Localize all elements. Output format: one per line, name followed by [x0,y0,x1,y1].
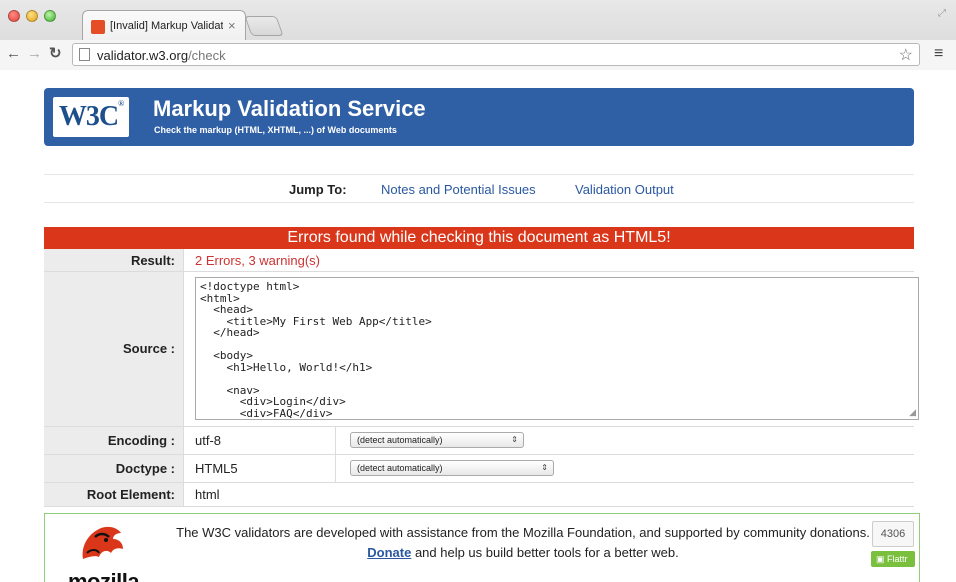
source-textarea[interactable]: <!doctype html> <html> <head> <title>My … [195,277,919,420]
root-element-row: Root Element: html [44,483,914,507]
address-bar[interactable]: validator.w3.org/check ☆ [72,43,920,66]
url-host: validator.w3.org [97,48,189,63]
source-row: Source : <!doctype html> <html> <head> <… [44,272,919,427]
fullscreen-icon[interactable]: ⤢ [938,8,946,19]
result-label: Result: [130,253,175,268]
label-cell: Encoding : [44,427,184,454]
encoding-row: Encoding : utf-8 (detect automatically) … [44,427,914,455]
sponsor-text: The W3C validators are developed with as… [173,523,873,563]
flattr-counter: 4306 [872,521,914,547]
flattr-button[interactable]: ▣ Flattr [871,551,915,567]
favicon-icon [91,20,105,34]
menu-icon[interactable]: ≡ [934,45,943,63]
w3c-logo-text: W3C [58,101,119,132]
back-icon[interactable]: ← [6,45,21,63]
w3c-logo[interactable]: W3C® [53,97,129,137]
sponsor-line-1: The W3C validators are developed with as… [176,525,870,540]
page-subtitle: Check the markup (HTML, XHTML, ...) of W… [154,125,397,135]
encoding-select[interactable]: (detect automatically) ⇕ [350,432,524,448]
dropdown-arrow-icon: ⇕ [541,463,548,472]
source-label: Source : [122,341,175,356]
header-banner: W3C® Markup Validation Service Check the… [44,88,914,146]
root-element-label: Root Element: [86,487,175,502]
browser-toolbar: ← → ↻ validator.w3.org/check ☆ ≡ [0,40,956,70]
new-tab-button[interactable] [244,16,284,36]
label-cell: Result: [44,249,184,271]
resize-grip-icon[interactable]: ◢ [909,407,916,418]
source-code: <!doctype html> <html> <head> <title>My … [200,280,432,420]
mozilla-dinosaur-icon[interactable] [73,519,128,569]
flattr-label: Flattr [887,554,908,564]
browser-chrome: [Invalid] Markup Validation × ⤢ ← → ↻ va… [0,0,956,70]
doctype-select-value: (detect automatically) [357,463,443,473]
encoding-value: utf-8 [195,433,222,448]
result-value: 2 Errors, 3 warning(s) [195,253,320,268]
column-divider [335,455,336,482]
jump-bar: Jump To: Notes and Potential Issues Vali… [44,174,914,203]
star-icon[interactable]: ☆ [899,45,913,65]
tab-markup-validation[interactable]: [Invalid] Markup Validation × [82,10,246,40]
root-element-value: html [195,487,220,502]
window-zoom-button[interactable] [44,10,56,22]
encoding-select-value: (detect automatically) [357,435,443,445]
w3c-logo-mark: ® [118,99,124,108]
doctype-row: Doctype : HTML5 (detect automatically) ⇕ [44,455,914,483]
jump-label: Jump To: [289,182,347,197]
jump-link-validation-output[interactable]: Validation Output [575,182,674,197]
reload-icon[interactable]: ↻ [49,45,62,63]
result-row: Result: 2 Errors, 3 warning(s) [44,249,914,272]
jump-link-notes[interactable]: Notes and Potential Issues [381,182,536,197]
dropdown-arrow-icon: ⇕ [511,435,518,444]
url-text: validator.w3.org/check [97,48,226,63]
page-content: W3C® Markup Validation Service Check the… [0,71,956,582]
sponsor-line-2-text: and help us build better tools for a bet… [411,545,679,560]
url-path: /check [188,48,226,63]
doctype-label: Doctype : [115,461,175,476]
doctype-select[interactable]: (detect automatically) ⇕ [350,460,554,476]
tab-title: [Invalid] Markup Validation [110,20,223,32]
close-icon[interactable]: × [228,18,236,33]
doctype-value: HTML5 [195,461,238,476]
encoding-label: Encoding : [107,433,175,448]
error-header: Errors found while checking this documen… [44,227,914,249]
sponsor-line-2: Donate and help us build better tools fo… [173,543,873,563]
tab-strip: [Invalid] Markup Validation × ⤢ [0,0,956,40]
page-icon [79,48,90,61]
label-cell: Doctype : [44,455,184,482]
window-minimize-button[interactable] [26,10,38,22]
label-cell: Source : [44,272,184,426]
donate-link[interactable]: Donate [367,545,411,560]
mozilla-wordmark: mozilla [68,569,140,582]
label-cell: Root Element: [44,483,184,506]
window-close-button[interactable] [8,10,20,22]
page-title: Markup Validation Service [153,96,426,121]
sponsor-box: mozilla The W3C validators are developed… [44,513,920,582]
column-divider [335,427,336,454]
forward-icon[interactable]: → [27,45,42,63]
